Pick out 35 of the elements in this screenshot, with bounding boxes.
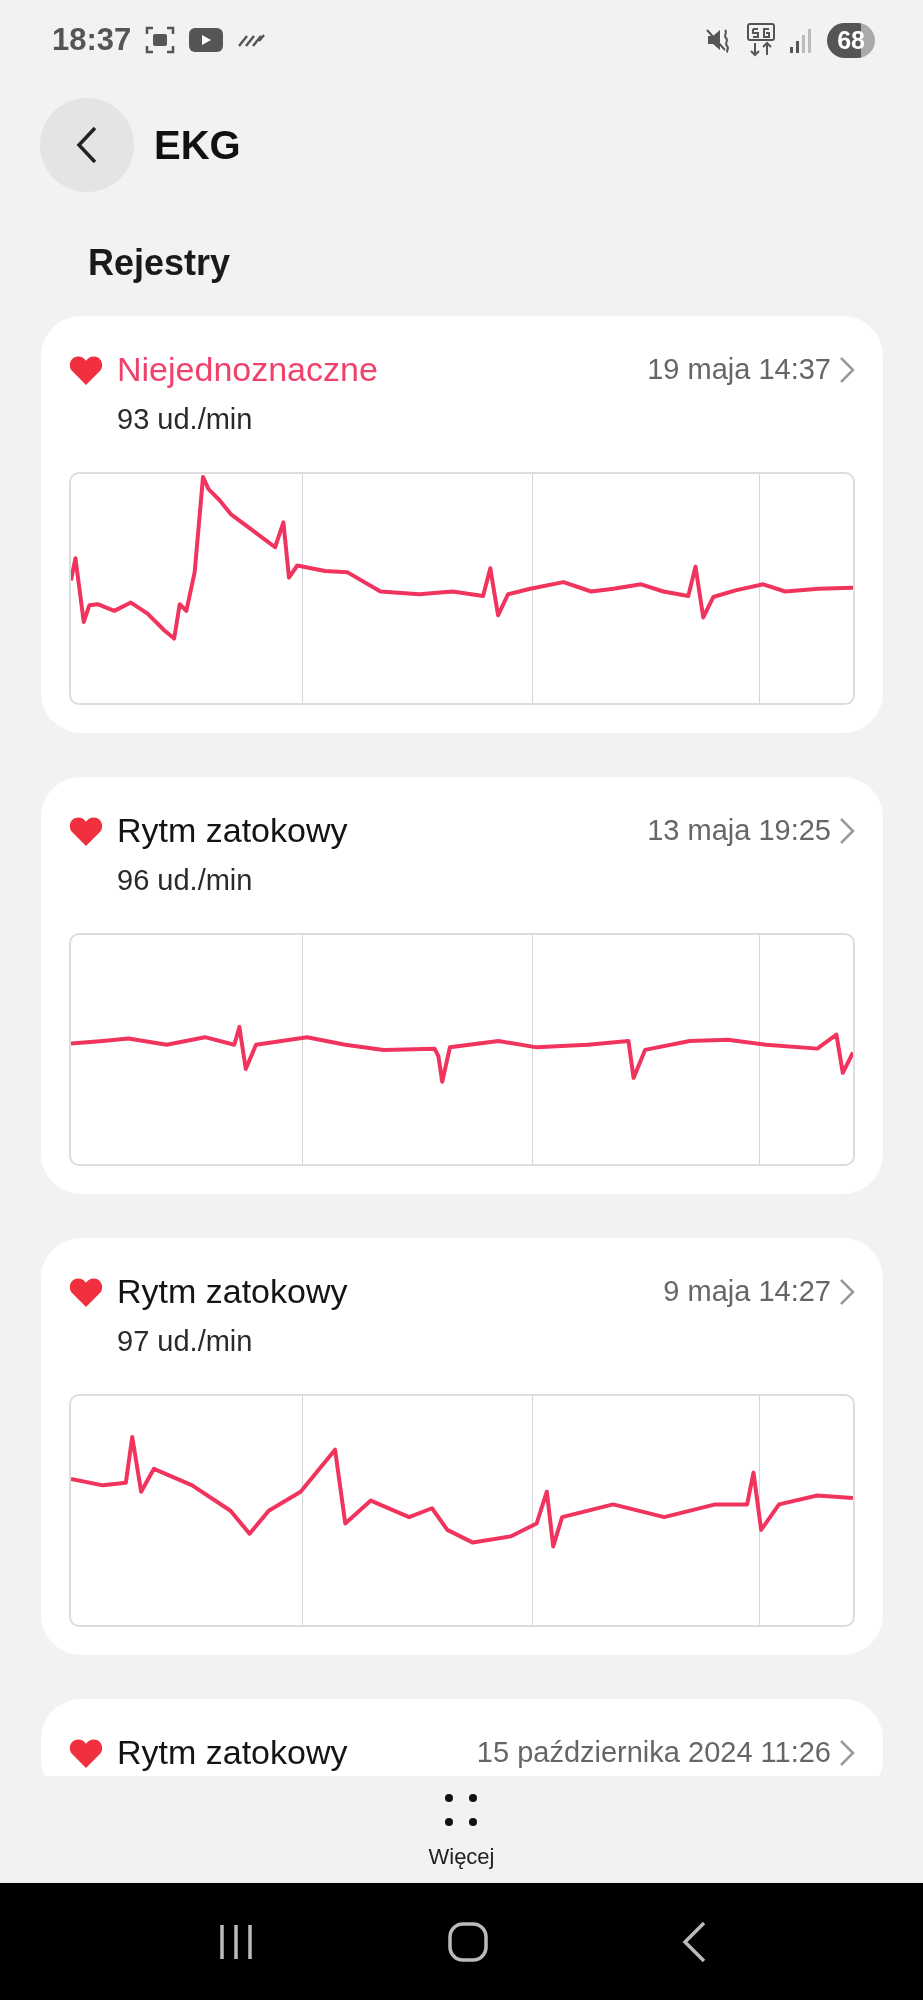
battery-level: 68 — [827, 22, 875, 58]
heart-icon — [69, 815, 103, 846]
record-date: 19 maja 14:37 — [647, 353, 855, 386]
ekg-record-card[interactable]: Niejednoznaczne 19 maja 14:37 93 ud./min — [41, 316, 883, 733]
record-date: 15 października 2024 11:26 — [476, 1736, 855, 1769]
ekg-record-card[interactable]: Rytm zatokowy 13 maja 19:25 96 ud./min — [41, 777, 883, 1194]
heart-rate: 93 ud./min — [117, 403, 254, 436]
chevron-right-icon — [839, 816, 855, 845]
record-result: Rytm zatokowy — [117, 811, 348, 850]
page-title: EKG — [154, 122, 241, 168]
heart-icon — [69, 1737, 103, 1768]
chevron-right-icon — [839, 355, 855, 384]
record-result: Rytm zatokowy — [117, 1272, 348, 1311]
ekg-record-card[interactable]: Rytm zatokowy 9 maja 14:27 97 ud./min — [41, 1238, 883, 1655]
chevron-right-icon — [839, 1738, 855, 1767]
home-icon[interactable] — [447, 1920, 490, 1963]
video-play-icon — [189, 28, 224, 52]
record-result: Rytm zatokowy — [117, 1733, 348, 1772]
heart-icon — [69, 354, 103, 385]
heart-icon — [69, 1276, 103, 1307]
ekg-record-card[interactable]: Rytm zatokowy 15 października 2024 11:26 — [41, 1699, 883, 1776]
record-date: 9 maja 14:27 — [663, 1275, 855, 1308]
mobile-data-icon — [747, 23, 776, 57]
stripes-icon — [237, 32, 266, 48]
more-button[interactable]: Więcej — [428, 1789, 495, 1870]
heart-rate: 97 ud./min — [117, 1325, 254, 1358]
record-result: Niejednoznaczne — [117, 350, 378, 389]
heart-rate: 96 ud./min — [117, 864, 254, 897]
chevron-right-icon — [839, 1277, 855, 1306]
back-icon[interactable] — [681, 1920, 708, 1963]
record-date: 13 maja 19:25 — [647, 814, 855, 847]
screenshot-icon — [145, 26, 176, 54]
signal-icon — [789, 27, 814, 53]
section-title: Rejestry — [87, 241, 232, 285]
status-time: 18:37 — [52, 22, 132, 58]
